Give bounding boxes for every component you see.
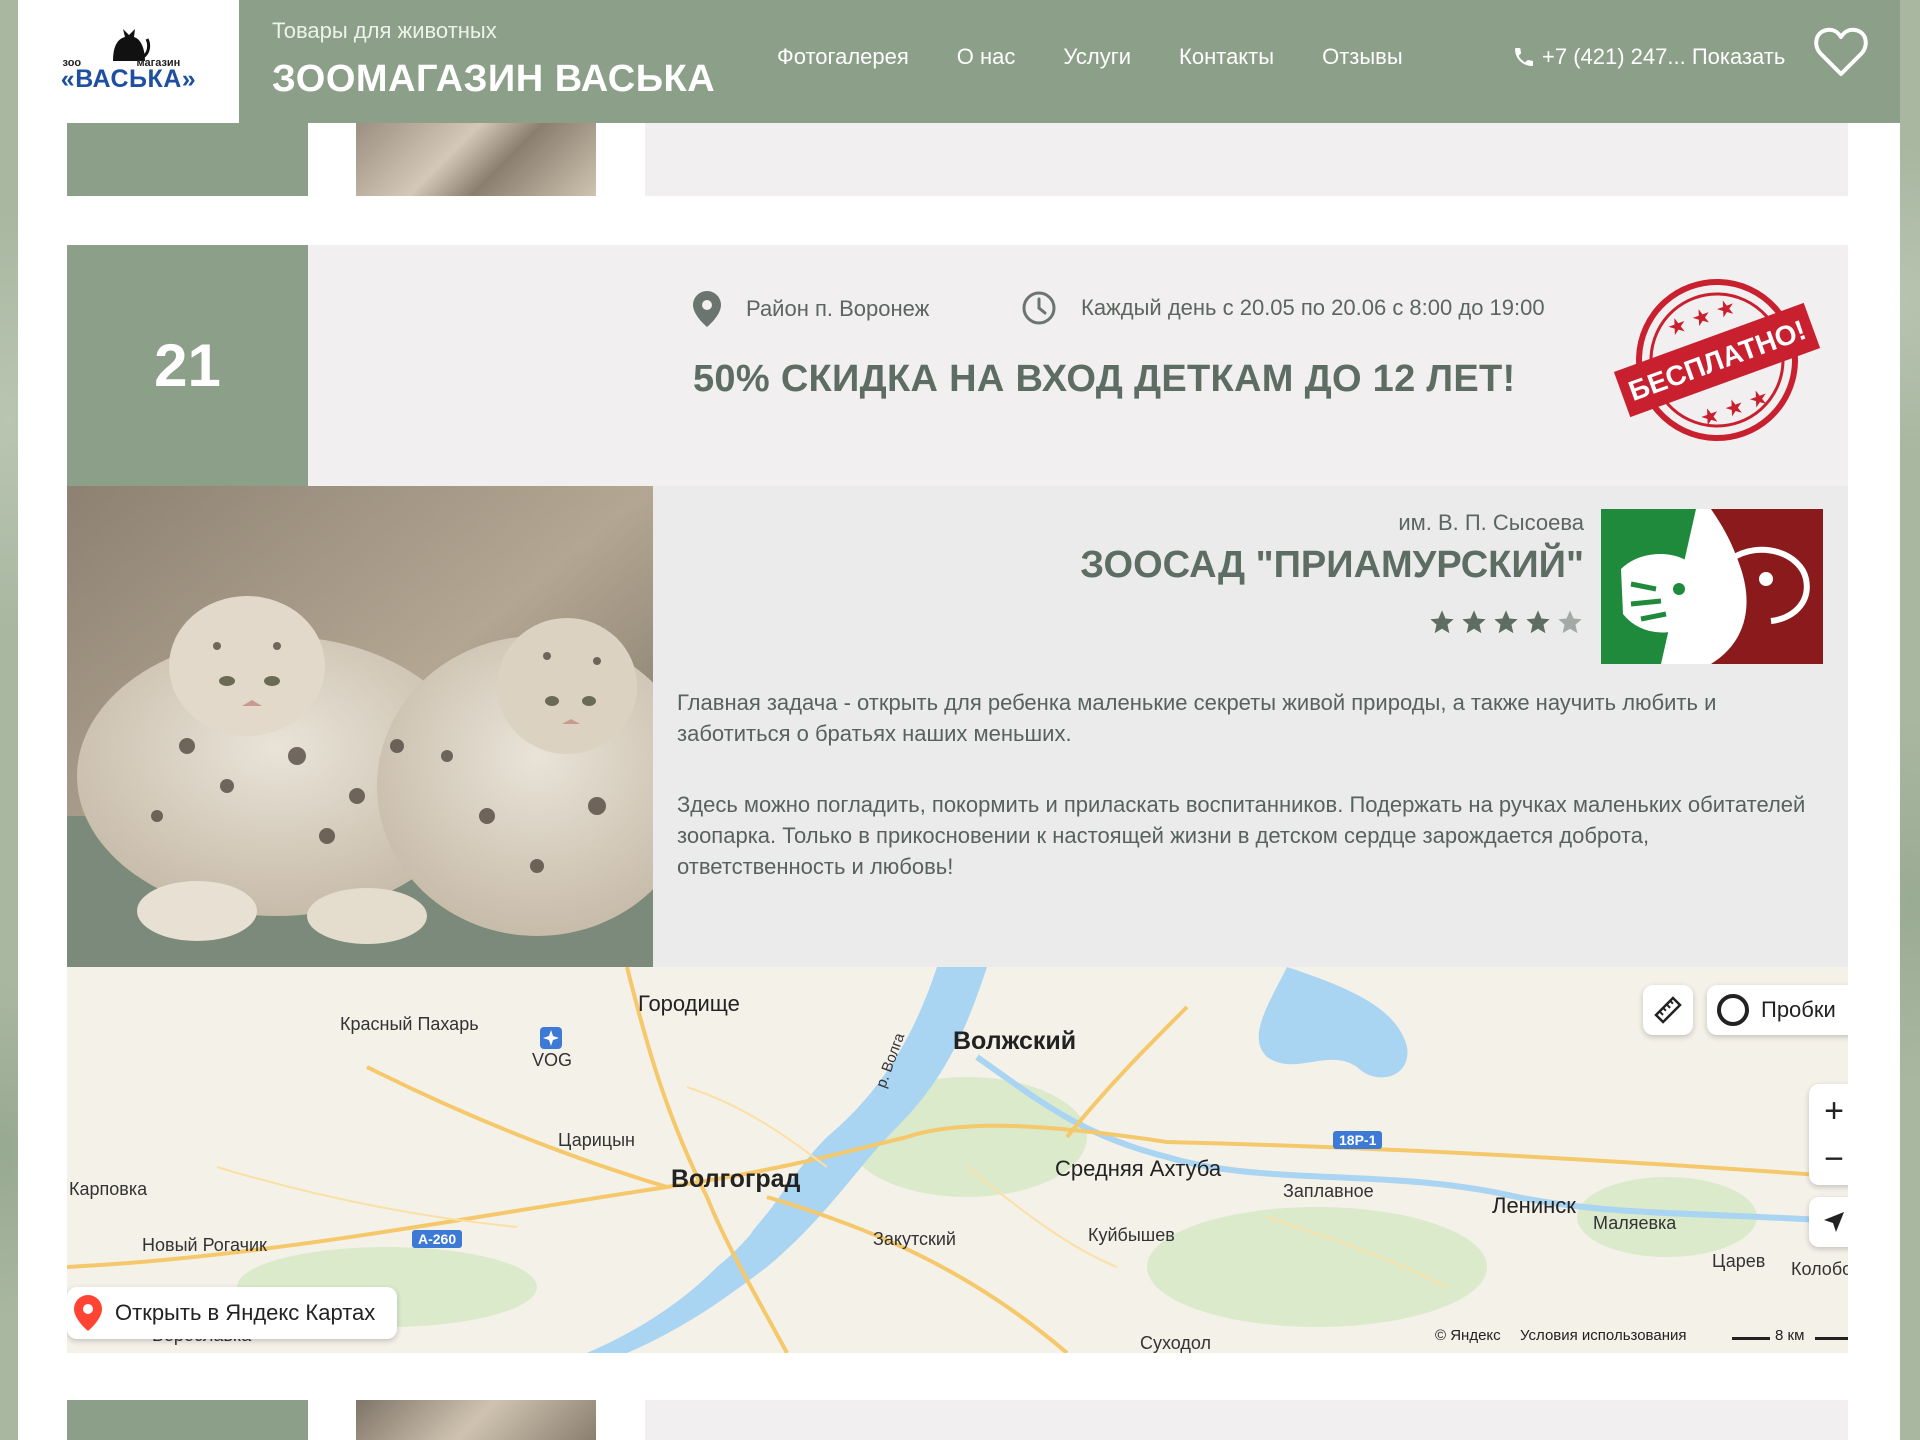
navigation-arrow-icon bbox=[1824, 1212, 1844, 1232]
map-label-leninsk: Ленинск bbox=[1492, 1193, 1576, 1218]
star-filled-icon bbox=[1430, 610, 1454, 634]
ruler-icon bbox=[1654, 996, 1682, 1024]
scale-bar-right bbox=[1815, 1337, 1848, 1340]
heart-icon[interactable] bbox=[1813, 26, 1869, 78]
open-in-yandex-maps-button[interactable]: Открыть в Яндекс Картах bbox=[67, 1287, 397, 1339]
map-label-kolobovka: Колобо bbox=[1791, 1259, 1848, 1279]
zoom-out-button[interactable]: − bbox=[1824, 1135, 1844, 1183]
traffic-icon bbox=[1717, 994, 1749, 1026]
map-label-tsaritsyn: Царицын bbox=[558, 1130, 635, 1150]
traffic-label: Пробки bbox=[1761, 997, 1836, 1022]
main-nav: Фотогалерея О нас Услуги Контакты Отзывы bbox=[777, 44, 1403, 70]
clock-icon bbox=[1022, 291, 1056, 325]
map-label-tsarev: Царев bbox=[1712, 1251, 1766, 1271]
phone-icon bbox=[1515, 48, 1533, 66]
scale-bar-left bbox=[1732, 1337, 1770, 1340]
location-pin-icon bbox=[693, 291, 721, 327]
rating-stars bbox=[1428, 608, 1584, 636]
free-stamp-icon: БЕСПЛАТНО! ★ ★ ★ ★ ★ ★ bbox=[1613, 279, 1821, 441]
logo-wordmark: «ВАСЬКА» bbox=[60, 64, 197, 93]
zoo-logo bbox=[1601, 509, 1823, 664]
nav-gallery[interactable]: Фотогалерея bbox=[777, 44, 909, 70]
snow-leopard-photo bbox=[67, 486, 653, 967]
geolocation-button[interactable] bbox=[1809, 1197, 1848, 1247]
map-label-volzhsky: Волжский bbox=[953, 1027, 1077, 1055]
event-schedule: Каждый день с 20.05 по 20.06 с 8:00 до 1… bbox=[1021, 290, 1545, 326]
open-in-yandex-maps-label: Открыть в Яндекс Картах bbox=[115, 1300, 376, 1325]
nav-reviews[interactable]: Отзывы bbox=[1322, 44, 1403, 70]
prev-card-day bbox=[67, 123, 308, 196]
map-terms-link[interactable]: Условия использования bbox=[1520, 1327, 1687, 1344]
map-label-gorodishche: Городище bbox=[638, 991, 740, 1016]
map-label-zaplavnoe: Заплавное bbox=[1283, 1181, 1374, 1201]
event-schedule-text: Каждый день с 20.05 по 20.06 с 8:00 до 1… bbox=[1081, 295, 1545, 320]
star-filled-icon bbox=[1526, 610, 1550, 634]
brand-title[interactable]: ЗООМАГАЗИН ВАСЬКА bbox=[272, 58, 715, 101]
airport-icon bbox=[540, 1027, 562, 1049]
site-header: зоо магазин «ВАСЬКА» Товары для животных… bbox=[18, 0, 1900, 123]
map-label-sukhodol: Суходол bbox=[1140, 1333, 1212, 1353]
map-label-zakutsky: Закутский bbox=[873, 1229, 956, 1249]
event-description-2: Здесь можно погладить, покормить и прила… bbox=[677, 792, 1806, 879]
nav-about[interactable]: О нас bbox=[957, 44, 1016, 70]
org-subtitle: им. В. П. Сысоева bbox=[1398, 510, 1584, 535]
map-label-volgograd: Волгоград bbox=[671, 1165, 801, 1193]
star-empty-icon bbox=[1558, 610, 1582, 634]
event-day-number: 21 bbox=[154, 332, 221, 399]
prev-card-body bbox=[645, 123, 1848, 196]
logo[interactable]: зоо магазин «ВАСЬКА» bbox=[18, 0, 239, 123]
event-day: 21 bbox=[67, 245, 308, 486]
next-card-day bbox=[67, 1400, 308, 1440]
road-sign-18r1: 18Р-1 bbox=[1333, 1131, 1383, 1149]
yandex-pin-icon bbox=[74, 1295, 102, 1331]
ruler-button[interactable] bbox=[1643, 985, 1693, 1035]
nav-services[interactable]: Услуги bbox=[1063, 44, 1131, 70]
prev-card-image bbox=[356, 123, 596, 196]
org-title[interactable]: ЗООСАД "ПРИАМУРСКИЙ" bbox=[1080, 544, 1584, 587]
map-copyright[interactable]: © Яндекс bbox=[1435, 1327, 1501, 1344]
map-label-srednyaya-akhtuba: Средняя Ахтуба bbox=[1055, 1156, 1222, 1181]
brand-subtitle: Товары для животных bbox=[272, 18, 497, 43]
traffic-button[interactable]: Пробки bbox=[1707, 985, 1848, 1035]
map-label-airport: VOG bbox=[532, 1050, 573, 1070]
star-filled-icon bbox=[1494, 610, 1518, 634]
event-location: Район п. Воронеж bbox=[692, 290, 929, 328]
map-label-novy-rogachik: Новый Рогачик bbox=[142, 1235, 267, 1255]
map-label-malyaevka: Маляевка bbox=[1593, 1213, 1677, 1233]
phone-link[interactable]: +7 (421) 247... Показать bbox=[1512, 44, 1785, 70]
event-description-1: Главная задача - открыть для ребенка мал… bbox=[677, 690, 1717, 746]
map-label-kuibyshev: Куйбышев bbox=[1088, 1225, 1175, 1245]
zoom-in-button[interactable]: + bbox=[1824, 1087, 1844, 1135]
map-label-karpovka: Карповка bbox=[69, 1179, 148, 1199]
event-location-text: Район п. Воронеж bbox=[746, 296, 930, 321]
phone-text: +7 (421) 247... Показать bbox=[1542, 44, 1786, 69]
event-promo-title: 50% СКИДКА НА ВХОД ДЕТКАМ ДО 12 ЛЕТ! bbox=[693, 358, 1516, 400]
nav-contacts[interactable]: Контакты bbox=[1179, 44, 1274, 70]
next-card-body bbox=[645, 1400, 1848, 1440]
road-sign-a260: А-260 bbox=[412, 1230, 463, 1248]
yandex-map[interactable]: Городище Красный Пахарь VOG Волжский р. … bbox=[67, 967, 1848, 1353]
map-scale: 8 км bbox=[1775, 1327, 1805, 1344]
next-card-image bbox=[356, 1400, 596, 1440]
zoom-control: + − bbox=[1809, 1084, 1848, 1185]
star-filled-icon bbox=[1462, 610, 1486, 634]
map-label-krasny-pakhar: Красный Пахарь bbox=[340, 1014, 479, 1034]
